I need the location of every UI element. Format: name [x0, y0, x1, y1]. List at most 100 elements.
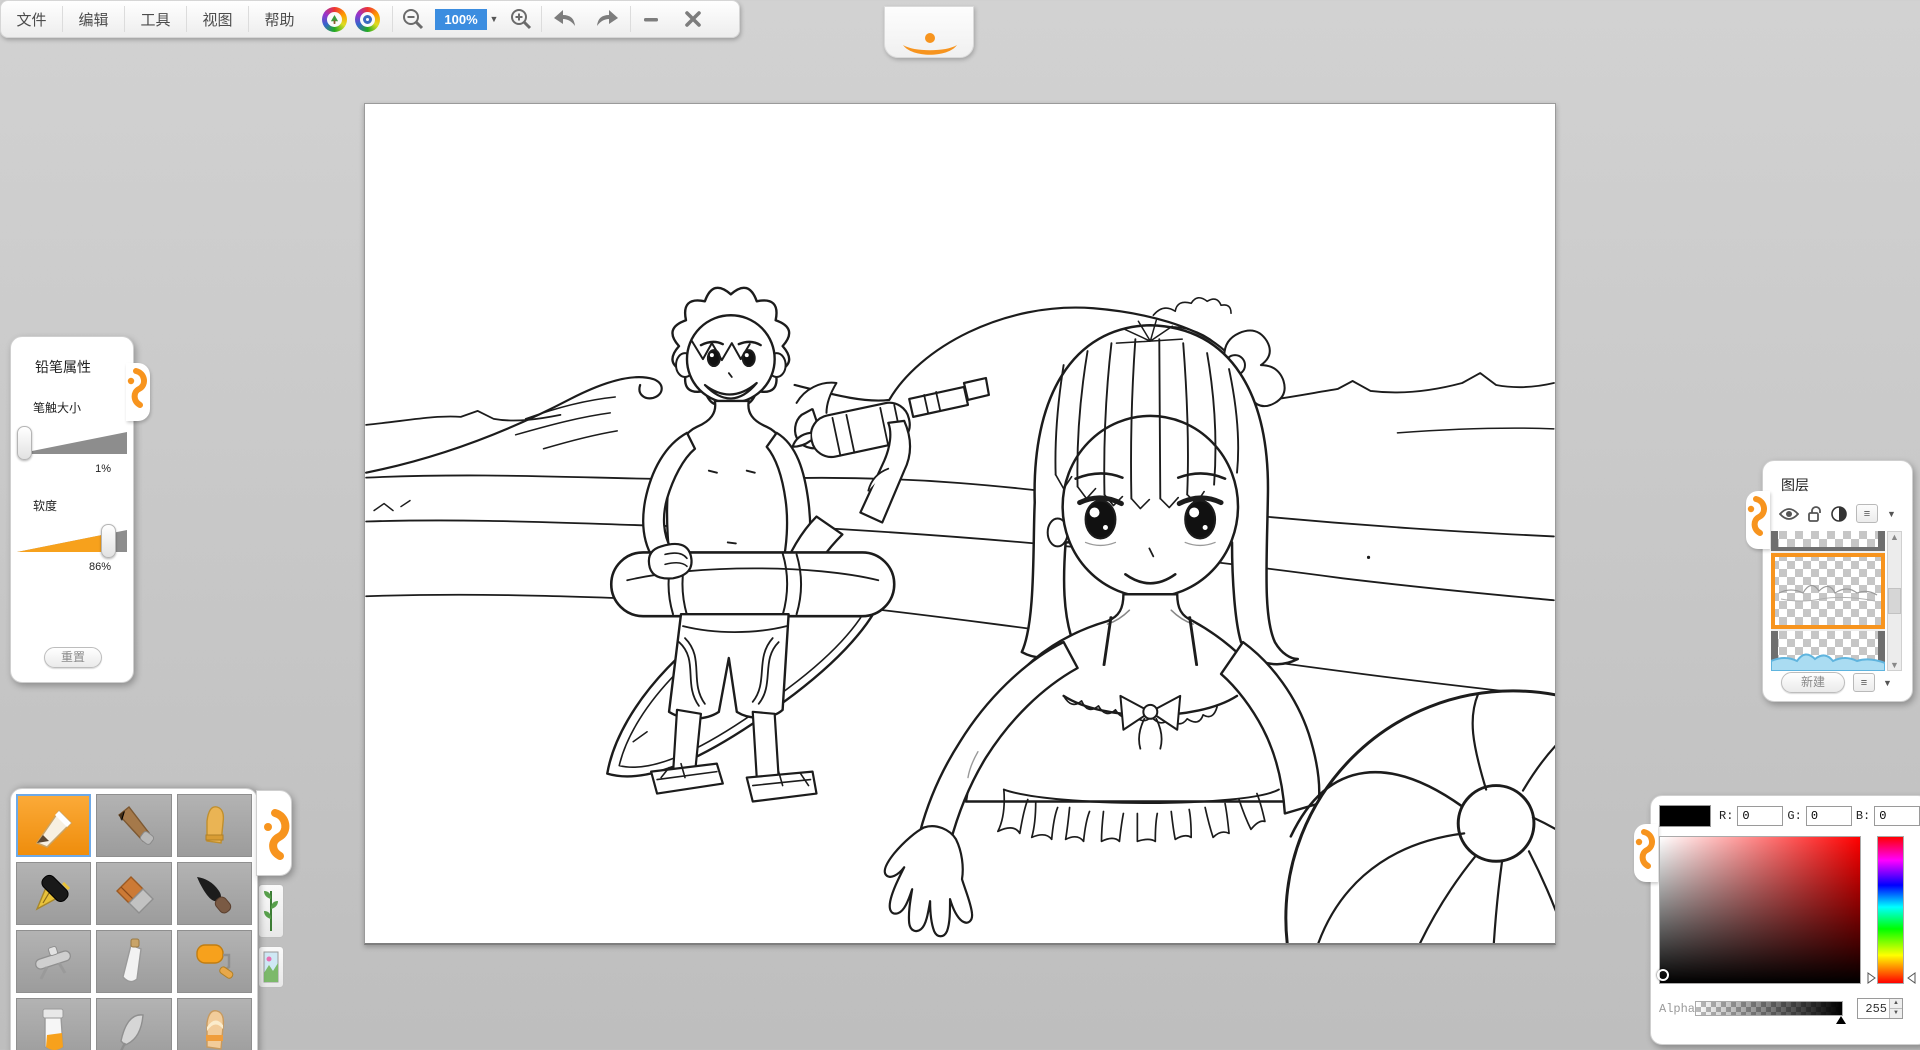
sv-cursor[interactable] — [1657, 969, 1669, 981]
g-input[interactable] — [1806, 806, 1852, 826]
layer-lock-icon[interactable] — [1808, 506, 1822, 522]
scroll-down-icon[interactable]: ▼ — [1890, 660, 1899, 670]
zoom-dropdown-caret[interactable]: ▼ — [487, 14, 501, 24]
layer-options-button[interactable]: ≡ — [1856, 504, 1878, 523]
layers-menu-caret[interactable]: ▼ — [1883, 678, 1891, 688]
layer-options-caret[interactable]: ▼ — [1887, 509, 1895, 519]
new-layer-button[interactable]: 新建 — [1781, 672, 1845, 693]
layer-water-thumbnail — [1771, 631, 1885, 671]
g-label: G: — [1787, 809, 1801, 823]
tool-fountain-pen[interactable] — [16, 862, 91, 925]
tool-quill-knife[interactable] — [96, 998, 171, 1050]
saturation-value-field[interactable] — [1659, 836, 1861, 984]
paint-jar-icon — [29, 1005, 79, 1050]
alpha-spin-down-icon[interactable]: ▼ — [1890, 1009, 1902, 1018]
softness-slider[interactable] — [15, 524, 129, 558]
b-input[interactable] — [1874, 806, 1920, 826]
scroll-up-icon[interactable]: ▲ — [1890, 532, 1899, 542]
layer-visibility-icon[interactable] — [1779, 507, 1799, 521]
minimize-button[interactable] — [631, 1, 671, 37]
tool-airbrush[interactable] — [16, 930, 91, 993]
menu-help[interactable]: 帮助 — [249, 1, 310, 37]
softness-slider-handle[interactable] — [101, 524, 116, 558]
pencil-icon — [29, 801, 79, 851]
alpha-label: Alpha — [1651, 1002, 1695, 1016]
layers-menu-button[interactable]: ≡ — [1853, 673, 1875, 692]
tool-colored-pencil[interactable] — [96, 794, 171, 857]
layers-panel-grip[interactable] — [1746, 491, 1770, 549]
layer-sketch-thumbnail — [1771, 553, 1885, 629]
app-logo-tab[interactable] — [884, 6, 974, 58]
tool-paint-jar[interactable] — [16, 998, 91, 1050]
undo-icon — [550, 7, 578, 31]
clown-right-eye-icon — [355, 7, 380, 32]
eraser-icon — [189, 1005, 239, 1050]
drawing-canvas[interactable] — [364, 103, 1556, 945]
layer-item-selected[interactable] — [1771, 553, 1885, 629]
alpha-slider[interactable] — [1695, 1001, 1843, 1016]
layers-panel: 图层 ≡ ▼ — [1762, 460, 1913, 702]
tool-oil-brush[interactable] — [96, 862, 171, 925]
zoom-in-icon — [509, 7, 533, 31]
tool-eraser[interactable] — [177, 998, 252, 1050]
tool-palette-tab[interactable] — [256, 790, 292, 876]
undo-button[interactable] — [542, 1, 586, 37]
quill-knife-icon — [109, 1005, 159, 1050]
hue-slider[interactable] — [1877, 836, 1904, 984]
layer-blend-icon[interactable] — [1831, 506, 1847, 522]
redo-button[interactable] — [586, 1, 630, 37]
plant-stamp-button[interactable] — [258, 884, 284, 938]
redo-icon — [594, 7, 622, 31]
alpha-spin-up-icon[interactable]: ▲ — [1890, 999, 1902, 1009]
ink-brush-icon — [189, 869, 239, 919]
panel-grip-icon — [1746, 491, 1768, 545]
reset-button[interactable]: 重置 — [44, 647, 102, 668]
zoom-in-button[interactable] — [501, 1, 541, 37]
zoom-level-value[interactable]: 100% — [435, 9, 487, 30]
main-toolbar: 文件 编辑 工具 视图 帮助 100% ▼ — [0, 0, 740, 38]
menu-edit[interactable]: 编辑 — [63, 1, 124, 37]
minimize-icon — [642, 10, 660, 28]
menu-file[interactable]: 文件 — [1, 1, 62, 37]
zoom-out-button[interactable] — [393, 1, 433, 37]
layer-item-bottom[interactable] — [1771, 631, 1885, 671]
fountain-pen-icon — [29, 869, 79, 919]
softness-value: 86% — [11, 561, 133, 573]
palette-grip-icon — [261, 799, 291, 869]
layers-panel-title: 图层 — [1763, 461, 1912, 495]
paint-roller-icon — [189, 937, 239, 987]
clown-smile-icon — [900, 43, 960, 59]
r-input[interactable] — [1737, 806, 1783, 826]
tool-palette-knife[interactable] — [96, 930, 171, 993]
brush-size-slider[interactable] — [15, 426, 129, 460]
pencil-panel-grip[interactable] — [126, 363, 150, 421]
layer-item-top[interactable] — [1771, 531, 1885, 551]
pencil-panel-title: 铅笔属性 — [11, 337, 133, 377]
hue-marker-left[interactable] — [1867, 972, 1876, 984]
tool-pencil[interactable] — [16, 794, 91, 857]
crayon-icon — [189, 801, 239, 851]
tool-crayon[interactable] — [177, 794, 252, 857]
clown-nose-icon — [925, 33, 935, 43]
close-button[interactable] — [671, 1, 715, 37]
plant-stamp-icon — [263, 889, 279, 933]
alpha-spinner[interactable]: 255 ▲ ▼ — [1857, 998, 1903, 1019]
hue-marker-right[interactable] — [1907, 972, 1916, 984]
alpha-marker[interactable] — [1836, 1016, 1846, 1024]
clown-face-logo — [310, 7, 392, 32]
tool-paint-roller[interactable] — [177, 930, 252, 993]
tool-ink-brush[interactable] — [177, 862, 252, 925]
zoom-out-icon — [401, 7, 425, 31]
softness-label: 软度 — [11, 475, 133, 514]
color-panel-grip[interactable] — [1634, 824, 1658, 882]
scrollbar-thumb[interactable] — [1888, 588, 1901, 614]
pencil-properties-panel: 铅笔属性 笔触大小 1% 软度 86% 重置 — [10, 336, 134, 683]
panel-grip-icon — [1634, 824, 1656, 878]
brush-size-slider-handle[interactable] — [17, 426, 32, 460]
palette-knife-icon — [109, 937, 159, 987]
menu-tools[interactable]: 工具 — [125, 1, 186, 37]
close-icon — [684, 10, 702, 28]
menu-view[interactable]: 视图 — [187, 1, 248, 37]
layer-scrollbar[interactable]: ▲ ▼ — [1887, 531, 1902, 671]
picture-stamp-button[interactable] — [258, 946, 284, 988]
